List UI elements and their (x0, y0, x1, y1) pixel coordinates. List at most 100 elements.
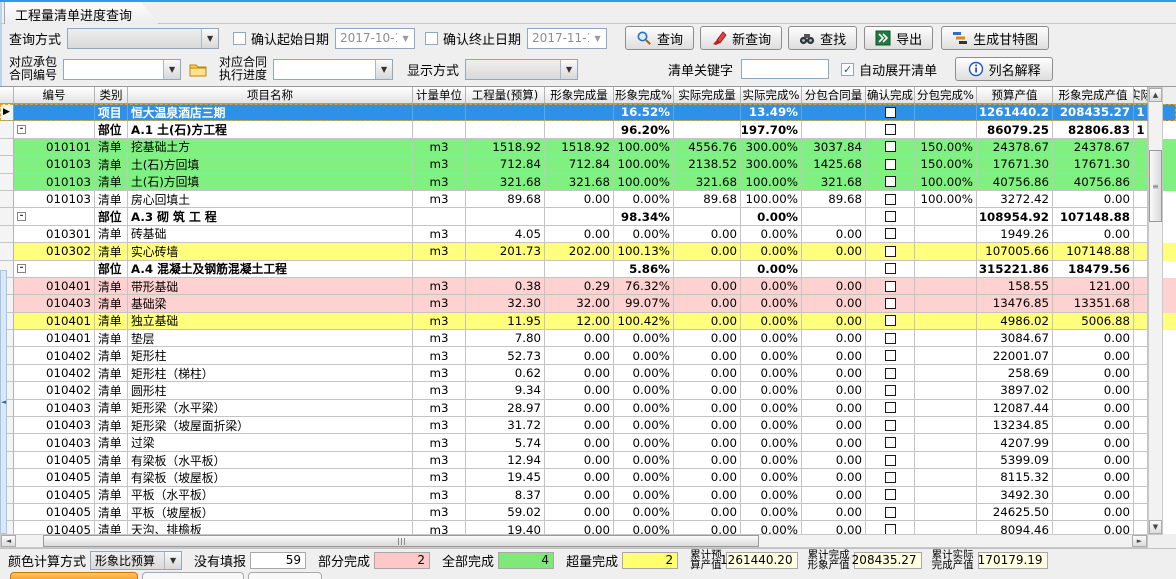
item-row[interactable]: 010405清单平板（坡屋板）m359.020.000.00%0.000.00%… (0, 504, 1176, 521)
cell[interactable]: 98.34% (614, 208, 674, 225)
cell[interactable]: 矩形柱 (128, 347, 413, 364)
cell[interactable]: 258.69 (977, 365, 1053, 382)
cell[interactable]: 0.00% (614, 504, 674, 521)
cell[interactable] (866, 347, 915, 364)
cell[interactable]: m3 (413, 504, 466, 521)
cell[interactable]: 恒大温泉酒店三期 (128, 104, 413, 121)
cell[interactable]: 107005.66 (977, 243, 1053, 260)
cell[interactable] (915, 121, 977, 138)
cell[interactable] (802, 104, 866, 121)
collapse-icon[interactable]: - (17, 125, 26, 134)
cell[interactable]: 0.00% (614, 487, 674, 504)
item-row[interactable]: 010405清单天沟、排檐板m319.400.000.00%0.000.00%0… (0, 521, 1176, 534)
cell[interactable]: 0.00 (545, 452, 614, 469)
cell[interactable]: 315221.86 (977, 261, 1053, 278)
cell[interactable] (674, 104, 741, 121)
cell[interactable]: 0.00 (1053, 347, 1134, 364)
cell[interactable]: 12.00 (545, 313, 614, 330)
cell[interactable]: 清单 (95, 330, 128, 347)
item-row[interactable]: 010401清单独立基础m311.9512.00100.42%0.000.00%… (0, 313, 1176, 330)
cell[interactable] (866, 521, 915, 534)
cell[interactable]: 平板（水平板） (128, 487, 413, 504)
cell[interactable] (545, 121, 614, 138)
cell[interactable]: 0.00 (802, 330, 866, 347)
cell[interactable] (915, 243, 977, 260)
cell[interactable]: 100.00% (741, 174, 802, 191)
cell[interactable]: 0.00 (802, 382, 866, 399)
row-selector-cell[interactable] (0, 174, 14, 191)
cell[interactable]: 清单 (95, 487, 128, 504)
cell[interactable]: 16.52% (614, 104, 674, 121)
cell[interactable]: 0.00 (1053, 452, 1134, 469)
cell[interactable]: m3 (413, 226, 466, 243)
column-header-8[interactable]: 实际完成量 (674, 87, 741, 104)
column-header-4[interactable]: 计量单位 (413, 87, 466, 104)
cell[interactable]: 0.00% (741, 417, 802, 434)
confirm-complete-checkbox[interactable] (885, 402, 896, 413)
cell[interactable]: 0.00% (614, 191, 674, 208)
cell[interactable]: m3 (413, 243, 466, 260)
horizontal-scroll-track[interactable] (16, 535, 1132, 547)
cell[interactable]: 99.07% (614, 295, 674, 312)
cell[interactable]: 4556.76 (674, 139, 741, 156)
cell[interactable]: 0.00 (674, 365, 741, 382)
item-row[interactable]: 010403清单矩形梁（水平梁）m328.970.000.00%0.000.00… (0, 400, 1176, 417)
cell[interactable]: 010103 (14, 191, 95, 208)
cell[interactable] (1134, 243, 1148, 260)
cell[interactable]: 0.00 (674, 400, 741, 417)
cell[interactable]: 010405 (14, 504, 95, 521)
confirm-complete-checkbox[interactable] (885, 124, 896, 135)
cell[interactable]: 0.00 (802, 417, 866, 434)
cell[interactable]: m3 (413, 365, 466, 382)
confirm-complete-checkbox[interactable] (885, 437, 896, 448)
cell[interactable]: 010402 (14, 382, 95, 399)
cell[interactable]: 100.00% (614, 174, 674, 191)
cell[interactable]: 0.00 (674, 330, 741, 347)
item-row[interactable]: 010403清单矩形梁（坡屋面折梁）m331.720.000.00%0.000.… (0, 417, 1176, 434)
cell[interactable]: 010401 (14, 330, 95, 347)
cell[interactable]: 0.00% (741, 382, 802, 399)
cell[interactable]: 0.00% (614, 382, 674, 399)
confirm-complete-checkbox[interactable] (885, 176, 896, 187)
cell[interactable]: 19.45 (466, 469, 545, 486)
cell[interactable]: 010101 (14, 139, 95, 156)
cell[interactable]: 0.00% (741, 208, 802, 225)
group-row[interactable]: -部位A.3 砌 筑 工 程98.34%0.00%108954.92107148… (0, 208, 1176, 225)
confirm-complete-checkbox[interactable] (885, 472, 896, 483)
confirm-complete-checkbox[interactable] (885, 455, 896, 466)
color-mode-select[interactable]: 形象比预算 ▼ (90, 551, 182, 570)
chevron-down-icon[interactable]: ▼ (375, 60, 392, 79)
item-row[interactable]: 010402清单矩形柱（梯柱）m30.620.000.00%0.000.00%0… (0, 365, 1176, 382)
cell[interactable]: 0.00% (741, 261, 802, 278)
cell[interactable] (1134, 504, 1148, 521)
cell[interactable]: 0.00 (674, 313, 741, 330)
cell[interactable]: 清单 (95, 382, 128, 399)
cell[interactable]: A.3 砌 筑 工 程 (128, 208, 413, 225)
cell[interactable]: 清单 (95, 139, 128, 156)
cell[interactable]: 321.68 (545, 174, 614, 191)
cell[interactable]: 4986.02 (977, 313, 1053, 330)
group-row[interactable]: -部位A.4 混凝土及钢筋混凝土工程5.86%0.00%315221.86184… (0, 261, 1176, 278)
cell[interactable]: 实心砖墙 (128, 243, 413, 260)
cell[interactable] (674, 208, 741, 225)
cell[interactable]: 010401 (14, 278, 95, 295)
confirm-complete-checkbox[interactable] (885, 228, 896, 239)
cell[interactable]: 圆形柱 (128, 382, 413, 399)
cell[interactable]: 24378.67 (1053, 139, 1134, 156)
row-selector-cell[interactable] (0, 191, 14, 208)
cell[interactable]: 12087.44 (977, 400, 1053, 417)
confirm-complete-checkbox[interactable] (885, 141, 896, 152)
cell[interactable] (866, 156, 915, 173)
cell[interactable] (915, 104, 977, 121)
cell[interactable]: 0.00 (1053, 434, 1134, 451)
cell[interactable]: 010402 (14, 347, 95, 364)
cell[interactable]: m3 (413, 313, 466, 330)
cell[interactable]: 107148.88 (1053, 208, 1134, 225)
group-row[interactable]: -部位A.1 土(石)方工程96.20%197.70%86079.2582806… (0, 121, 1176, 138)
scroll-down-icon[interactable]: ▼ (1149, 520, 1162, 534)
cell[interactable]: 0.00 (674, 521, 741, 534)
cell[interactable]: 010405 (14, 487, 95, 504)
cell[interactable] (1134, 400, 1148, 417)
project-row[interactable]: ▶项目恒大温泉酒店三期16.52%13.49%1261440.2208435.2… (0, 104, 1176, 121)
cell[interactable]: 0.00 (1053, 521, 1134, 534)
